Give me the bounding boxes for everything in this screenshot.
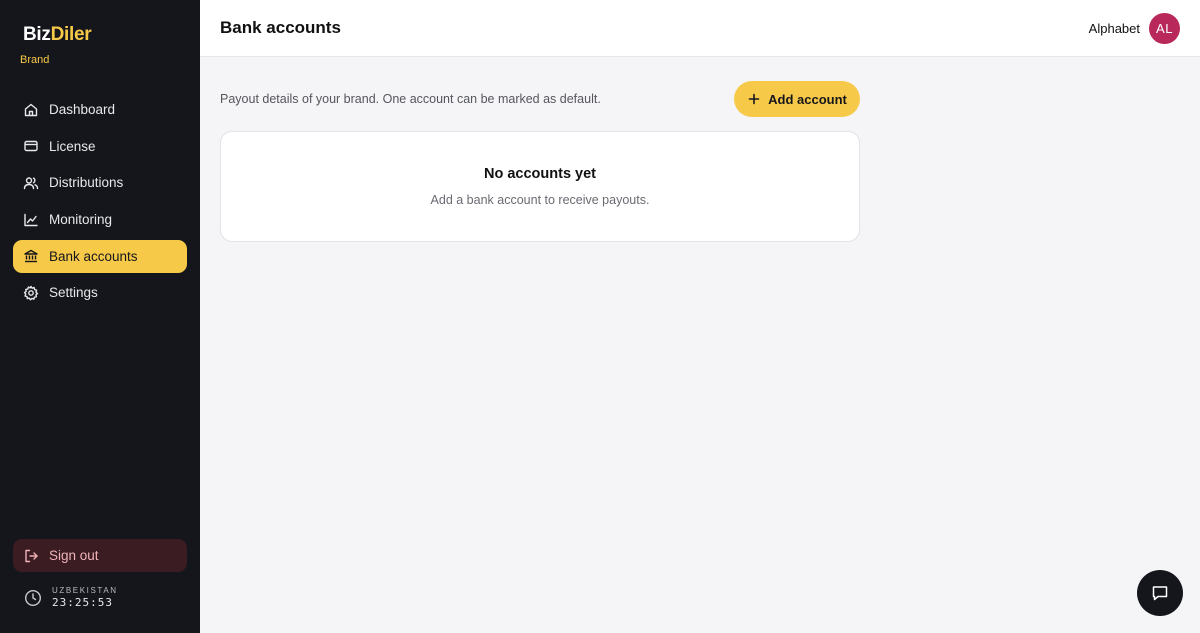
sidebar-item-label: Dashboard [49, 102, 116, 117]
sidebar-item-license[interactable]: License [13, 130, 187, 163]
sidebar-item-monitoring[interactable]: Monitoring [13, 203, 187, 236]
sidebar-item-dashboard[interactable]: Dashboard [13, 93, 187, 126]
sidebar-item-distributions[interactable]: Distributions [13, 166, 187, 199]
sidebar: BizDiler Brand Dashboard License Distrib… [0, 0, 200, 633]
chat-button[interactable] [1137, 570, 1183, 616]
sidebar-item-label: Settings [49, 285, 98, 301]
add-account-button[interactable]: Add account [734, 81, 860, 117]
brand-logo[interactable]: BizDiler Brand [20, 24, 92, 66]
home-icon [23, 102, 39, 118]
card-icon [23, 138, 39, 154]
avatar[interactable]: AL [1149, 13, 1180, 44]
user-name: Alphabet [1088, 21, 1140, 36]
sidebar-item-label: License [49, 138, 96, 154]
brand-name: BizDiler [23, 24, 92, 46]
chart-line-icon [23, 212, 39, 228]
bank-icon [23, 248, 39, 264]
users-icon [23, 175, 39, 191]
user-menu[interactable]: Alphabet AL [1089, 13, 1180, 44]
gear-icon [23, 285, 39, 301]
sidebar-item-label: Distributions [49, 175, 124, 191]
clock-time: 23:25:53 [52, 596, 113, 609]
brand-role: Brand [20, 54, 50, 66]
empty-state-card: No accounts yet Add a bank account to re… [220, 131, 860, 242]
sign-out-label: Sign out [49, 548, 99, 563]
top-bar: Bank accounts Alphabet AL [200, 0, 1200, 57]
logout-icon [23, 548, 39, 564]
sidebar-item-label: Bank accounts [49, 248, 138, 264]
sign-out-button[interactable]: Sign out [13, 539, 187, 572]
add-account-label: Add account [768, 91, 847, 107]
sidebar-nav: Dashboard License Distributions Monitori… [13, 93, 187, 313]
chat-icon [1152, 586, 1168, 601]
page-title: Bank accounts [220, 18, 341, 37]
clock-region: UZBEKISTAN [52, 586, 118, 595]
sidebar-item-label: Monitoring [49, 212, 113, 228]
brand-name-part1: Biz [23, 24, 51, 45]
page-description: Payout details of your brand. One accoun… [220, 92, 601, 106]
plus-icon [747, 92, 761, 106]
clock-icon [24, 589, 42, 607]
empty-state-subtitle: Add a bank account to receive payouts. [430, 193, 650, 207]
brand-name-part2: Diler [50, 24, 92, 45]
sidebar-item-bank-accounts[interactable]: Bank accounts [13, 239, 187, 273]
empty-state-title: No accounts yet [484, 166, 596, 182]
region-clock: UZBEKISTAN 23:25:53 [24, 586, 118, 610]
sidebar-item-settings[interactable]: Settings [13, 276, 187, 309]
